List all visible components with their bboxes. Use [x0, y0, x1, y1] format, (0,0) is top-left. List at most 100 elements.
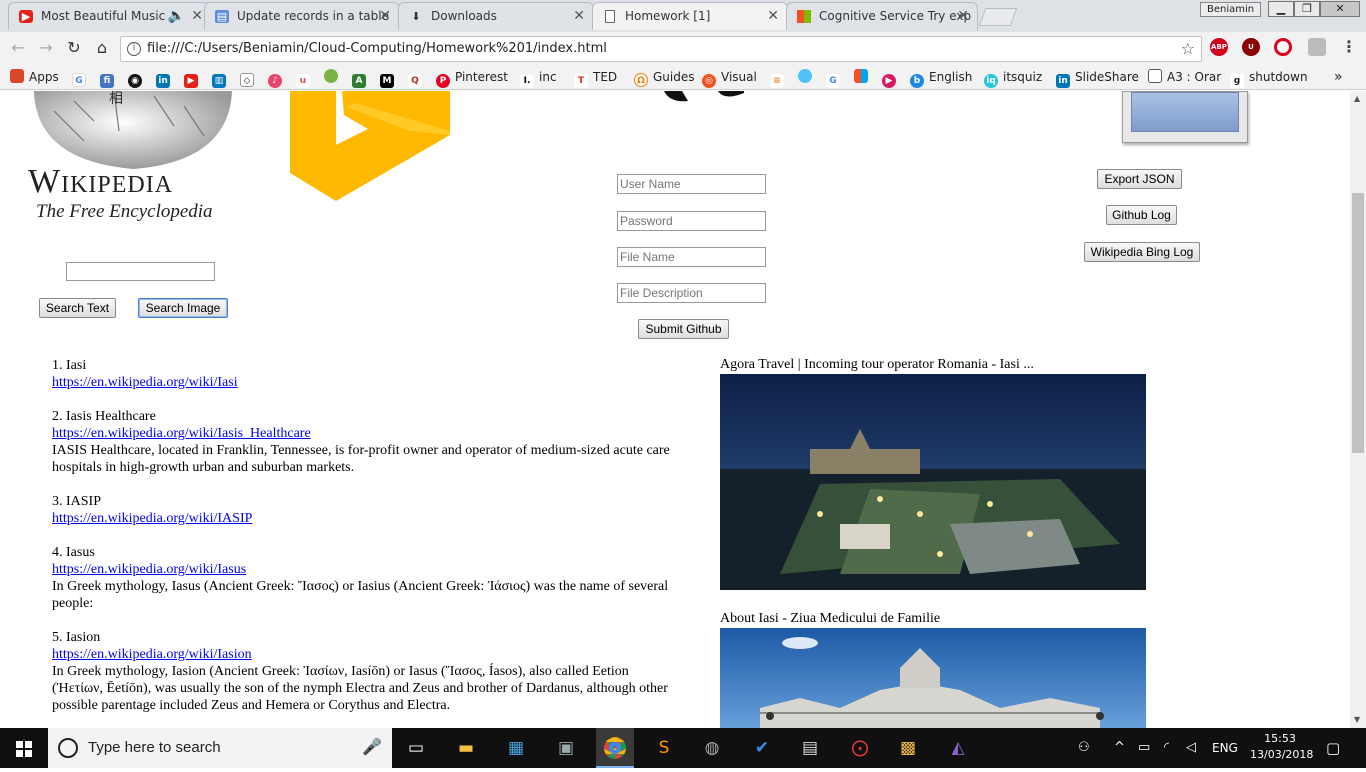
close-tab-icon[interactable]: ✕	[957, 8, 969, 24]
bookmark-play[interactable]: ▶	[882, 68, 901, 88]
bookmark-github[interactable]: ◉	[128, 68, 147, 88]
close-tab-icon[interactable]: ✕	[191, 8, 203, 24]
tab-update-records[interactable]: ▤ Update records in a table ✕	[204, 2, 400, 30]
bookmark-linkedin[interactable]: in	[156, 68, 175, 88]
bookmark-trello[interactable]: ▥	[212, 68, 231, 88]
bookmark-slideshare[interactable]: in SlideShare	[1056, 68, 1139, 88]
show-hidden-icons[interactable]: ^	[1114, 739, 1125, 757]
profile-badge[interactable]: Beniamin	[1200, 2, 1262, 17]
opera-icon[interactable]: O	[1274, 38, 1292, 56]
bookmarks-overflow-button[interactable]: »	[1334, 68, 1343, 86]
image-result-iasi-palace[interactable]	[720, 628, 1146, 728]
bookmark-english[interactable]: b English	[910, 68, 972, 88]
close-window-button[interactable]: ✕	[1320, 1, 1360, 17]
language-indicator[interactable]: ENG	[1212, 739, 1238, 757]
todo-icon[interactable]: ✔	[748, 734, 776, 762]
battery-icon[interactable]: ▭	[1138, 739, 1150, 757]
result-link[interactable]: https://en.wikipedia.org/wiki/Iasi	[52, 375, 238, 390]
wikipedia-bing-log-button[interactable]: Wikipedia Bing Log	[1084, 242, 1200, 262]
bookmark-orar[interactable]: A3 : Orar	[1148, 68, 1221, 86]
visual-studio-icon[interactable]: ◭	[944, 734, 972, 762]
scroll-thumb[interactable]	[1352, 193, 1364, 453]
microphone-icon[interactable]: 🎤	[362, 728, 382, 768]
bookmark-android[interactable]: A	[352, 68, 371, 88]
notepad-icon[interactable]: ▤	[796, 734, 824, 762]
result-link[interactable]: https://en.wikipedia.org/wiki/Iasus	[52, 562, 246, 577]
start-button[interactable]	[0, 728, 48, 768]
control-panel-icon[interactable]: ▦	[502, 734, 530, 762]
people-icon[interactable]: ⚇	[1078, 739, 1090, 757]
wifi-icon[interactable]: ◜	[1164, 739, 1169, 757]
home-icon[interactable]: ⌂	[92, 38, 112, 58]
menu-icon[interactable]: ⋮	[1340, 38, 1358, 56]
bookmark-apps[interactable]: Apps	[10, 68, 59, 86]
bookmark-quora[interactable]: Q	[408, 68, 427, 88]
notifications-icon[interactable]: ▢	[1326, 739, 1340, 757]
page-scrollbar[interactable]: ▲ ▼	[1350, 91, 1366, 728]
restore-button[interactable]: ❐	[1294, 1, 1320, 17]
remote-desktop-icon[interactable]: ▣	[552, 734, 580, 762]
clock[interactable]: 15:53 13/03/2018	[1250, 731, 1313, 763]
search-input[interactable]	[66, 262, 215, 281]
bookmark-medium[interactable]: M	[380, 68, 399, 88]
adblock-icon[interactable]: ABP	[1210, 38, 1228, 56]
tab-homework[interactable]: Homework [1] ✕	[592, 2, 788, 30]
result-link[interactable]: https://en.wikipedia.org/wiki/IASIP	[52, 511, 252, 526]
chrome-taskbar-icon[interactable]	[596, 728, 634, 768]
taskbar-search-box[interactable]: Type here to search 🎤	[48, 728, 392, 768]
forward-arrow-icon[interactable]: →	[36, 38, 56, 58]
submit-github-button[interactable]: Submit Github	[638, 319, 729, 339]
tab-cognitive-service[interactable]: Cognitive Service Try exp ✕	[786, 2, 978, 30]
close-tab-icon[interactable]: 🔈	[168, 8, 185, 24]
bookmark-visual[interactable]: ◎ Visual	[702, 68, 757, 88]
file-description-field[interactable]	[617, 283, 766, 303]
bookmark-globe[interactable]	[798, 68, 817, 86]
task-view-icon[interactable]: ▭	[402, 734, 430, 762]
minimize-button[interactable]: ▁	[1268, 1, 1294, 17]
ublock-icon[interactable]: U	[1242, 38, 1260, 56]
export-json-button[interactable]: Export JSON	[1097, 169, 1182, 189]
username-field[interactable]	[617, 174, 766, 194]
bookmark-ted[interactable]: T TED	[574, 68, 617, 88]
bookmark-google-2[interactable]: G	[826, 68, 845, 88]
scroll-down-icon[interactable]: ▼	[1354, 715, 1360, 724]
winscp-icon[interactable]: ▩	[894, 734, 922, 762]
bookmark-itsquiz[interactable]: iq itsquiz	[984, 68, 1042, 88]
file-name-field[interactable]	[617, 247, 766, 267]
acrobat-icon[interactable]: ⨀	[846, 734, 874, 762]
bookmark-leaf[interactable]	[324, 68, 343, 86]
bookmark-stackoverflow[interactable]: ≡	[770, 68, 789, 88]
star-icon[interactable]: ☆	[1181, 37, 1195, 61]
new-tab-button[interactable]	[978, 8, 1018, 26]
reload-icon[interactable]: ↻	[64, 38, 84, 58]
address-bar[interactable]: i file:///C:/Users/Beniamin/Cloud-Comput…	[120, 36, 1202, 62]
bookmark-fi[interactable]: fi	[100, 68, 119, 88]
sublime-text-icon[interactable]: S	[650, 734, 678, 762]
close-tab-icon[interactable]: ✕	[573, 8, 585, 24]
bookmark-shutdown[interactable]: g shutdown	[1230, 68, 1308, 88]
bookmark-udemy[interactable]: u	[296, 68, 315, 88]
search-text-button[interactable]: Search Text	[39, 298, 116, 318]
bookmark-pinterest[interactable]: P Pinterest	[436, 68, 508, 88]
image-result-iasi-night[interactable]	[720, 374, 1146, 590]
git-client-icon[interactable]: ◍	[698, 734, 726, 762]
scroll-up-icon[interactable]: ▲	[1354, 94, 1360, 103]
close-tab-icon[interactable]: ✕	[379, 8, 391, 24]
volume-icon[interactable]: ◁	[1186, 739, 1196, 757]
file-explorer-icon[interactable]: ▬	[452, 734, 480, 762]
bookmark-codepen[interactable]: ◇	[240, 68, 259, 87]
result-link[interactable]: https://en.wikipedia.org/wiki/Iasion	[52, 647, 252, 662]
bookmark-music[interactable]: ♪	[268, 68, 287, 88]
search-image-button[interactable]: Search Image	[138, 298, 228, 318]
tab-downloads[interactable]: ⬇ Downloads ✕	[398, 2, 594, 30]
bookmark-guides[interactable]: Ω Guides	[634, 68, 695, 87]
result-link[interactable]: https://en.wikipedia.org/wiki/Iasis_Heal…	[52, 426, 311, 441]
bookmark-google[interactable]: G	[72, 68, 91, 87]
info-icon[interactable]: i	[127, 42, 141, 56]
bookmark-inc[interactable]: I. inc	[520, 68, 557, 88]
github-log-button[interactable]: Github Log	[1106, 205, 1177, 225]
shield-icon[interactable]	[1308, 38, 1326, 56]
close-tab-icon[interactable]: ✕	[767, 8, 779, 24]
password-field[interactable]	[617, 211, 766, 231]
bookmark-youtube[interactable]: ▶	[184, 68, 203, 88]
